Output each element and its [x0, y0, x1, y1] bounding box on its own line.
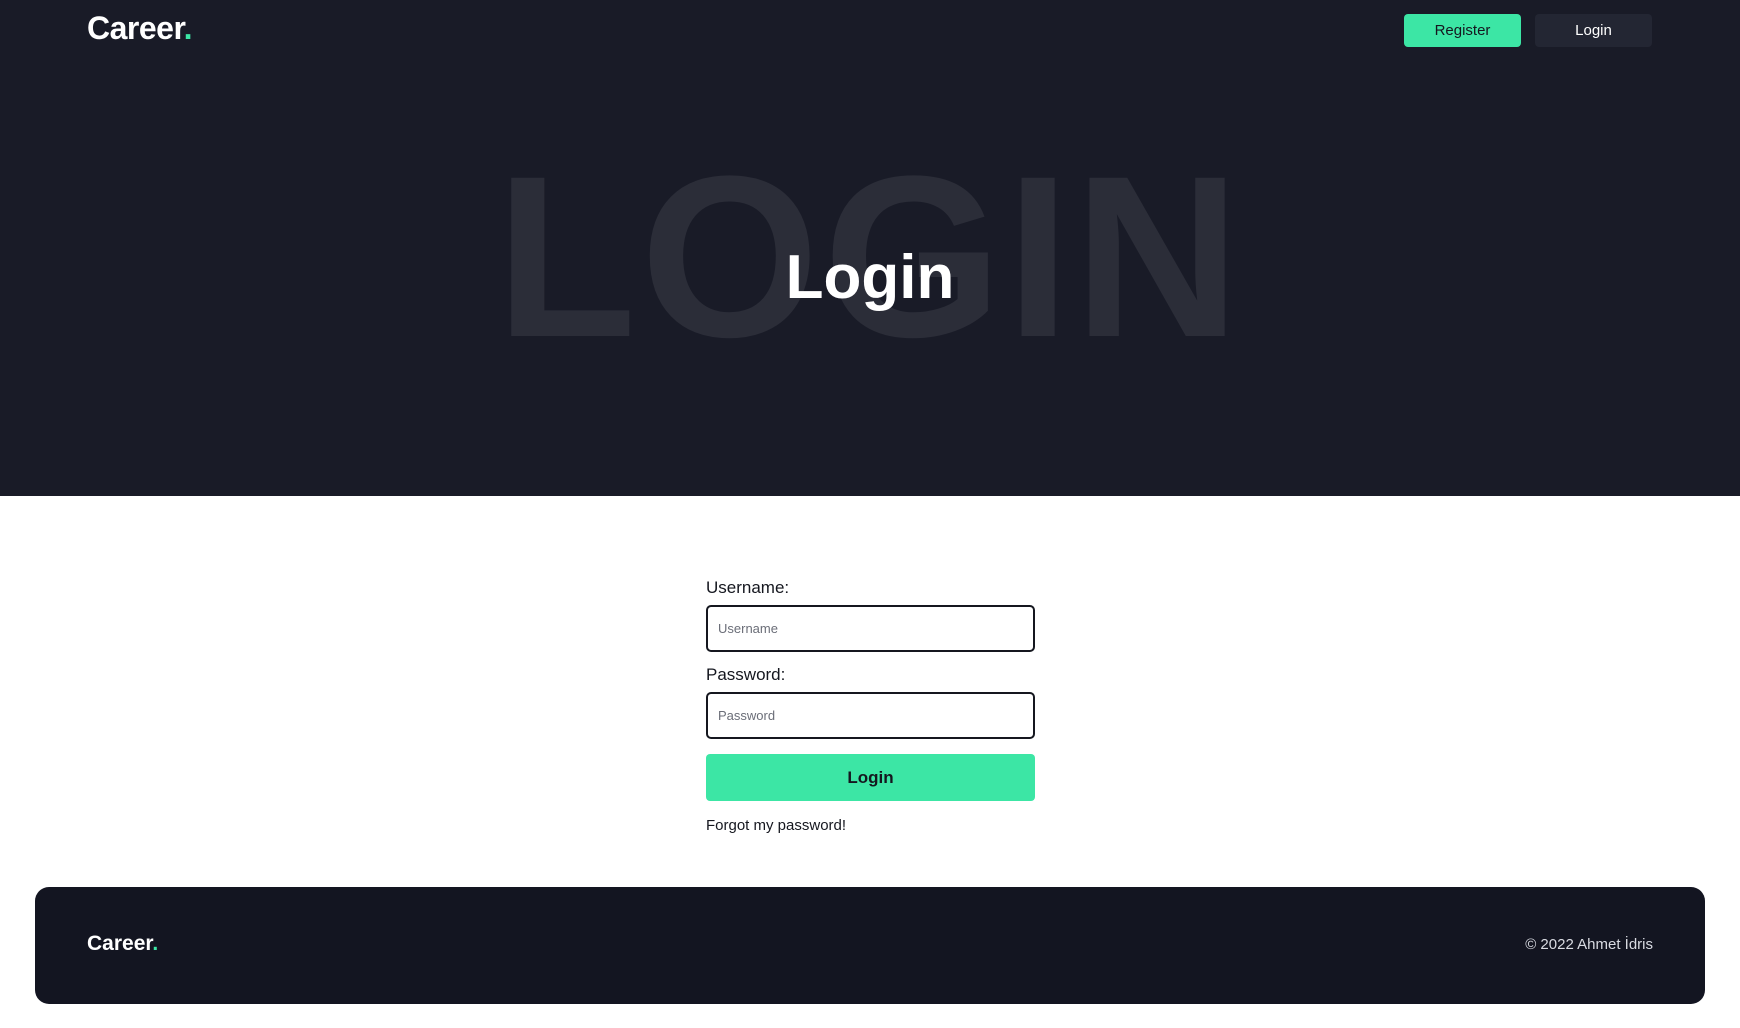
footer-brand-name: Career	[87, 932, 153, 955]
login-submit-button[interactable]: Login	[706, 754, 1035, 801]
username-input[interactable]	[706, 605, 1035, 652]
copyright-text: © 2022 Ahmet İdris	[1525, 936, 1653, 953]
brand-logo[interactable]: Career.	[87, 10, 193, 47]
brand-name: Career	[87, 10, 184, 46]
username-label: Username:	[706, 578, 790, 597]
footer-brand-logo[interactable]: Career.	[87, 932, 158, 956]
login-nav-button[interactable]: Login	[1535, 14, 1652, 47]
login-form: Username: Password: Login Forgot my pass…	[706, 578, 1035, 834]
password-label: Password:	[706, 665, 786, 684]
footer-brand-dot: .	[152, 932, 159, 955]
forgot-password-link[interactable]: Forgot my password!	[706, 817, 1035, 834]
brand-dot: .	[183, 10, 193, 46]
navbar: Career. Register Login	[0, 0, 1740, 62]
password-input[interactable]	[706, 692, 1035, 739]
page-title: Login	[785, 243, 955, 312]
register-button[interactable]: Register	[1404, 14, 1521, 47]
footer: Career. © 2022 Ahmet İdris	[35, 887, 1705, 1004]
hero-section: Career. Register Login LOGIN Login	[0, 0, 1740, 496]
